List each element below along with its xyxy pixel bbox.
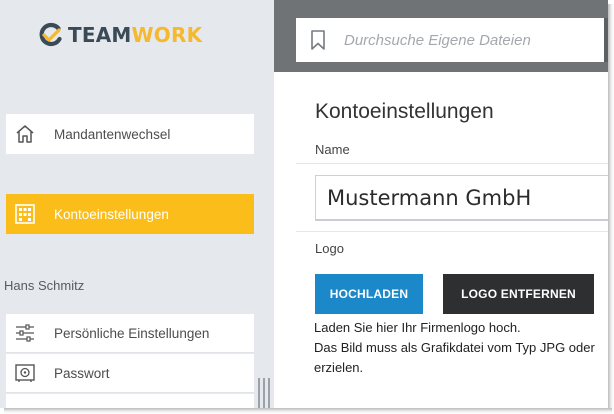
topbar: Durchsuche Eigene Dateien — [274, 0, 608, 72]
teamwork-logo-icon — [39, 22, 62, 47]
sidebar-item-mandantenwechsel[interactable]: Mandantenwechsel — [6, 114, 254, 154]
window-shadow — [4, 408, 612, 414]
page-title: Kontoeinstellungen — [315, 100, 494, 123]
sidebar: TEAMWORK Mandantenwechsel Kontoeinstellu… — [0, 0, 274, 408]
home-icon — [14, 123, 36, 145]
bookmark-icon[interactable] — [310, 30, 326, 50]
resize-handle[interactable] — [258, 378, 270, 408]
sidebar-item-label: Kontoeinstellungen — [54, 206, 169, 222]
main-panel: Kontoeinstellungen Name Mustermann GmbH … — [274, 72, 608, 408]
search-placeholder: Durchsuche Eigene Dateien — [344, 31, 531, 49]
brand-name: TEAMWORK — [68, 23, 203, 47]
search-bar[interactable]: Durchsuche Eigene Dateien — [296, 18, 608, 62]
sidebar-item-persoenliche-einstellungen[interactable]: Persönliche Einstellungen — [6, 314, 254, 352]
sidebar-item-label: Persönliche Einstellungen — [54, 325, 210, 341]
sidebar-item-label: Passwort — [54, 365, 110, 381]
app-window: TEAMWORK Mandantenwechsel Kontoeinstellu… — [0, 0, 608, 408]
sidebar-item-kontoeinstellungen[interactable]: Kontoeinstellungen — [6, 194, 254, 234]
user-section-title: Hans Schmitz — [4, 278, 85, 293]
divider — [6, 392, 254, 393]
sidebar-item-label: Mandantenwechsel — [54, 126, 171, 142]
safe-icon — [14, 362, 36, 384]
logo-label: Logo — [315, 241, 344, 256]
divider — [6, 352, 254, 353]
name-label: Name — [315, 142, 350, 157]
sliders-icon — [14, 322, 36, 344]
divider — [296, 231, 608, 232]
help-text-line: erzielen. — [314, 360, 364, 375]
sidebar-item-partial[interactable] — [6, 394, 254, 408]
brand-logo[interactable]: TEAMWORK — [38, 22, 202, 48]
company-name-field[interactable]: Mustermann GmbH — [315, 175, 608, 221]
divider — [296, 163, 608, 164]
sidebar-item-passwort[interactable]: Passwort — [6, 354, 254, 392]
help-text-line: Laden Sie hier Ihr Firmenlogo hoch. — [314, 320, 521, 335]
window-shadow — [608, 4, 614, 412]
help-text-line: Das Bild muss als Grafikdatei vom Typ JP… — [314, 340, 595, 355]
building-icon — [14, 203, 36, 225]
remove-logo-button[interactable]: LOGO ENTFERNEN — [443, 274, 594, 314]
upload-logo-button[interactable]: HOCHLADEN — [315, 274, 423, 314]
